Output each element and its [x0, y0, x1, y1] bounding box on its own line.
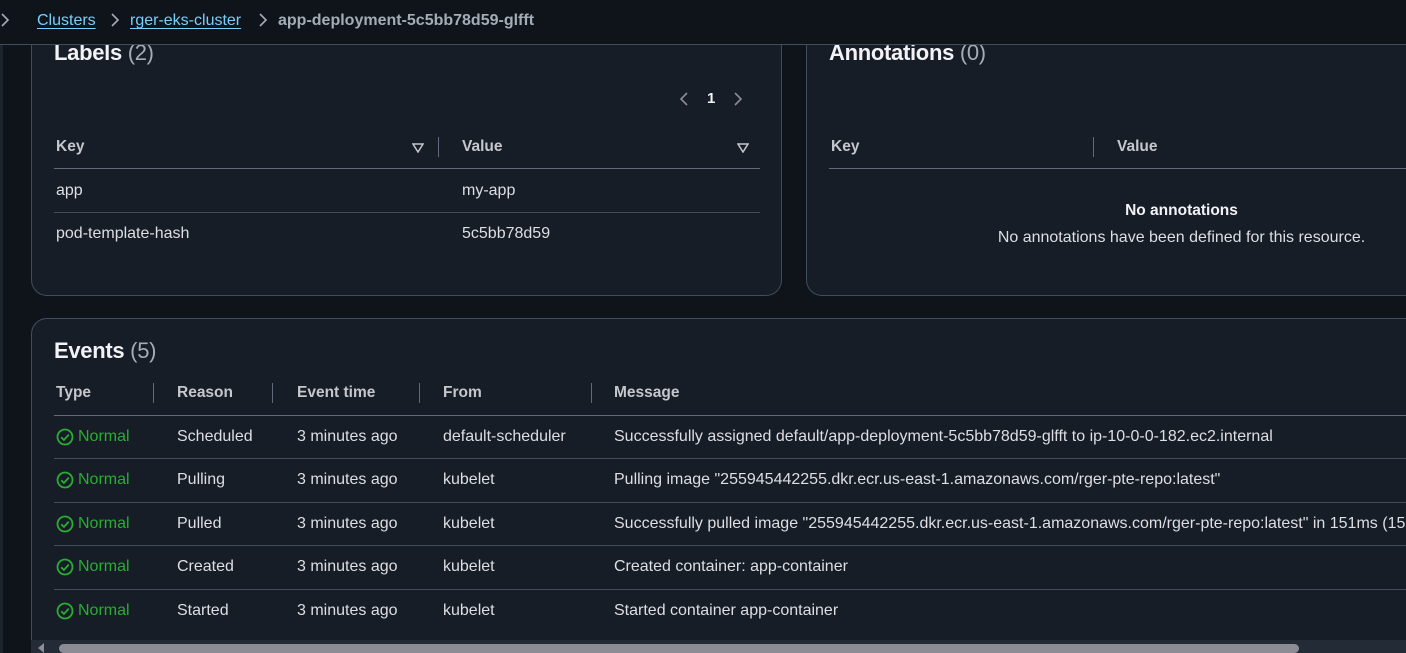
- event-message: Started container app-container: [614, 602, 839, 619]
- breadcrumb: Clusters rger-eks-cluster app-deployment…: [0, 0, 1406, 45]
- breadcrumb-current: app-deployment-5c5bb78d59-glfft: [278, 12, 535, 29]
- event-type-label: Normal: [78, 515, 130, 532]
- event-from: kubelet: [443, 558, 495, 575]
- event-message: Successfully assigned default/app-deploy…: [614, 428, 1273, 445]
- events-header-message[interactable]: Message: [614, 384, 679, 402]
- event-time: 3 minutes ago: [297, 428, 398, 445]
- horizontal-scrollbar[interactable]: [31, 640, 1406, 653]
- header-divider: [829, 168, 1406, 169]
- event-from: default-scheduler: [443, 428, 566, 445]
- chevron-left-icon[interactable]: [679, 91, 689, 107]
- chevron-right-icon: [259, 13, 268, 27]
- event-from: kubelet: [443, 471, 495, 488]
- event-type: Normal: [56, 602, 130, 620]
- labels-header-key[interactable]: Key: [56, 138, 84, 156]
- events-header-from[interactable]: From: [443, 384, 482, 402]
- annotations-header-value[interactable]: Value: [1117, 138, 1158, 156]
- row-divider: [54, 502, 1406, 503]
- row-divider: [54, 458, 1406, 459]
- event-type: Normal: [56, 515, 130, 533]
- status-success-icon: [56, 558, 74, 576]
- column-divider[interactable]: [419, 383, 420, 403]
- chevron-right-icon: [1, 13, 10, 27]
- column-divider[interactable]: [272, 383, 273, 403]
- event-time: 3 minutes ago: [297, 602, 398, 619]
- status-success-icon: [56, 515, 74, 533]
- event-time: 3 minutes ago: [297, 515, 398, 532]
- event-type-label: Normal: [78, 558, 130, 575]
- event-type: Normal: [56, 428, 130, 446]
- event-type: Normal: [56, 558, 130, 576]
- sort-caret-icon[interactable]: [412, 143, 424, 153]
- status-success-icon: [56, 471, 74, 489]
- page-number-1[interactable]: 1: [707, 90, 715, 107]
- row-divider: [54, 589, 1406, 590]
- events-header-event-time[interactable]: Event time: [297, 384, 375, 402]
- row-divider: [54, 545, 1406, 546]
- event-type-label: Normal: [78, 428, 130, 445]
- event-reason: Created: [177, 558, 234, 575]
- left-border: [0, 45, 3, 653]
- event-reason: Scheduled: [177, 428, 253, 445]
- column-divider[interactable]: [1093, 137, 1094, 157]
- scrollbar-thumb[interactable]: [59, 644, 1299, 653]
- breadcrumb-clusters-link[interactable]: Clusters: [37, 12, 96, 30]
- label-value: my-app: [462, 182, 516, 199]
- events-header-reason[interactable]: Reason: [177, 384, 233, 402]
- chevron-right-icon: [111, 13, 120, 27]
- label-key: app: [56, 182, 83, 199]
- event-message: Successfully pulled image "255945442255.…: [614, 515, 1406, 532]
- event-from: kubelet: [443, 602, 495, 619]
- events-header-type[interactable]: Type: [56, 384, 91, 402]
- events-panel: Events (5) Type Reason Event time From M…: [31, 318, 1406, 653]
- column-divider[interactable]: [591, 383, 592, 403]
- event-time: 3 minutes ago: [297, 558, 398, 575]
- annotations-header-key[interactable]: Key: [831, 138, 859, 156]
- column-divider[interactable]: [153, 383, 154, 403]
- header-divider: [54, 168, 760, 169]
- event-reason: Started: [177, 602, 229, 619]
- event-reason: Pulling: [177, 471, 226, 488]
- column-divider[interactable]: [438, 137, 439, 157]
- row-divider: [54, 212, 760, 213]
- events-title-text: Events: [54, 338, 125, 363]
- empty-state-message: No annotations have been defined for thi…: [997, 229, 1366, 246]
- event-message: Pulling image "255945442255.dkr.ecr.us-e…: [614, 471, 1221, 488]
- events-count: (5): [130, 338, 157, 363]
- event-reason: Pulled: [177, 515, 222, 532]
- events-title: Events (5): [54, 338, 156, 364]
- scroll-left-arrow-icon[interactable]: [37, 643, 45, 653]
- header-divider: [54, 415, 1406, 416]
- empty-state-title: No annotations: [1125, 202, 1238, 219]
- event-from: kubelet: [443, 515, 495, 532]
- status-success-icon: [56, 602, 74, 620]
- sort-caret-icon[interactable]: [737, 143, 749, 153]
- event-type-label: Normal: [78, 471, 130, 488]
- labels-header-value[interactable]: Value: [462, 138, 503, 156]
- label-value: 5c5bb78d59: [462, 225, 551, 242]
- chevron-right-icon[interactable]: [733, 91, 743, 107]
- event-time: 3 minutes ago: [297, 471, 398, 488]
- labels-pagination: 1: [679, 90, 743, 107]
- event-type-label: Normal: [78, 602, 130, 619]
- event-message: Created container: app-container: [614, 558, 848, 575]
- breadcrumb-cluster-link[interactable]: rger-eks-cluster: [130, 12, 241, 30]
- event-type: Normal: [56, 471, 130, 489]
- label-key: pod-template-hash: [56, 225, 190, 242]
- status-success-icon: [56, 428, 74, 446]
